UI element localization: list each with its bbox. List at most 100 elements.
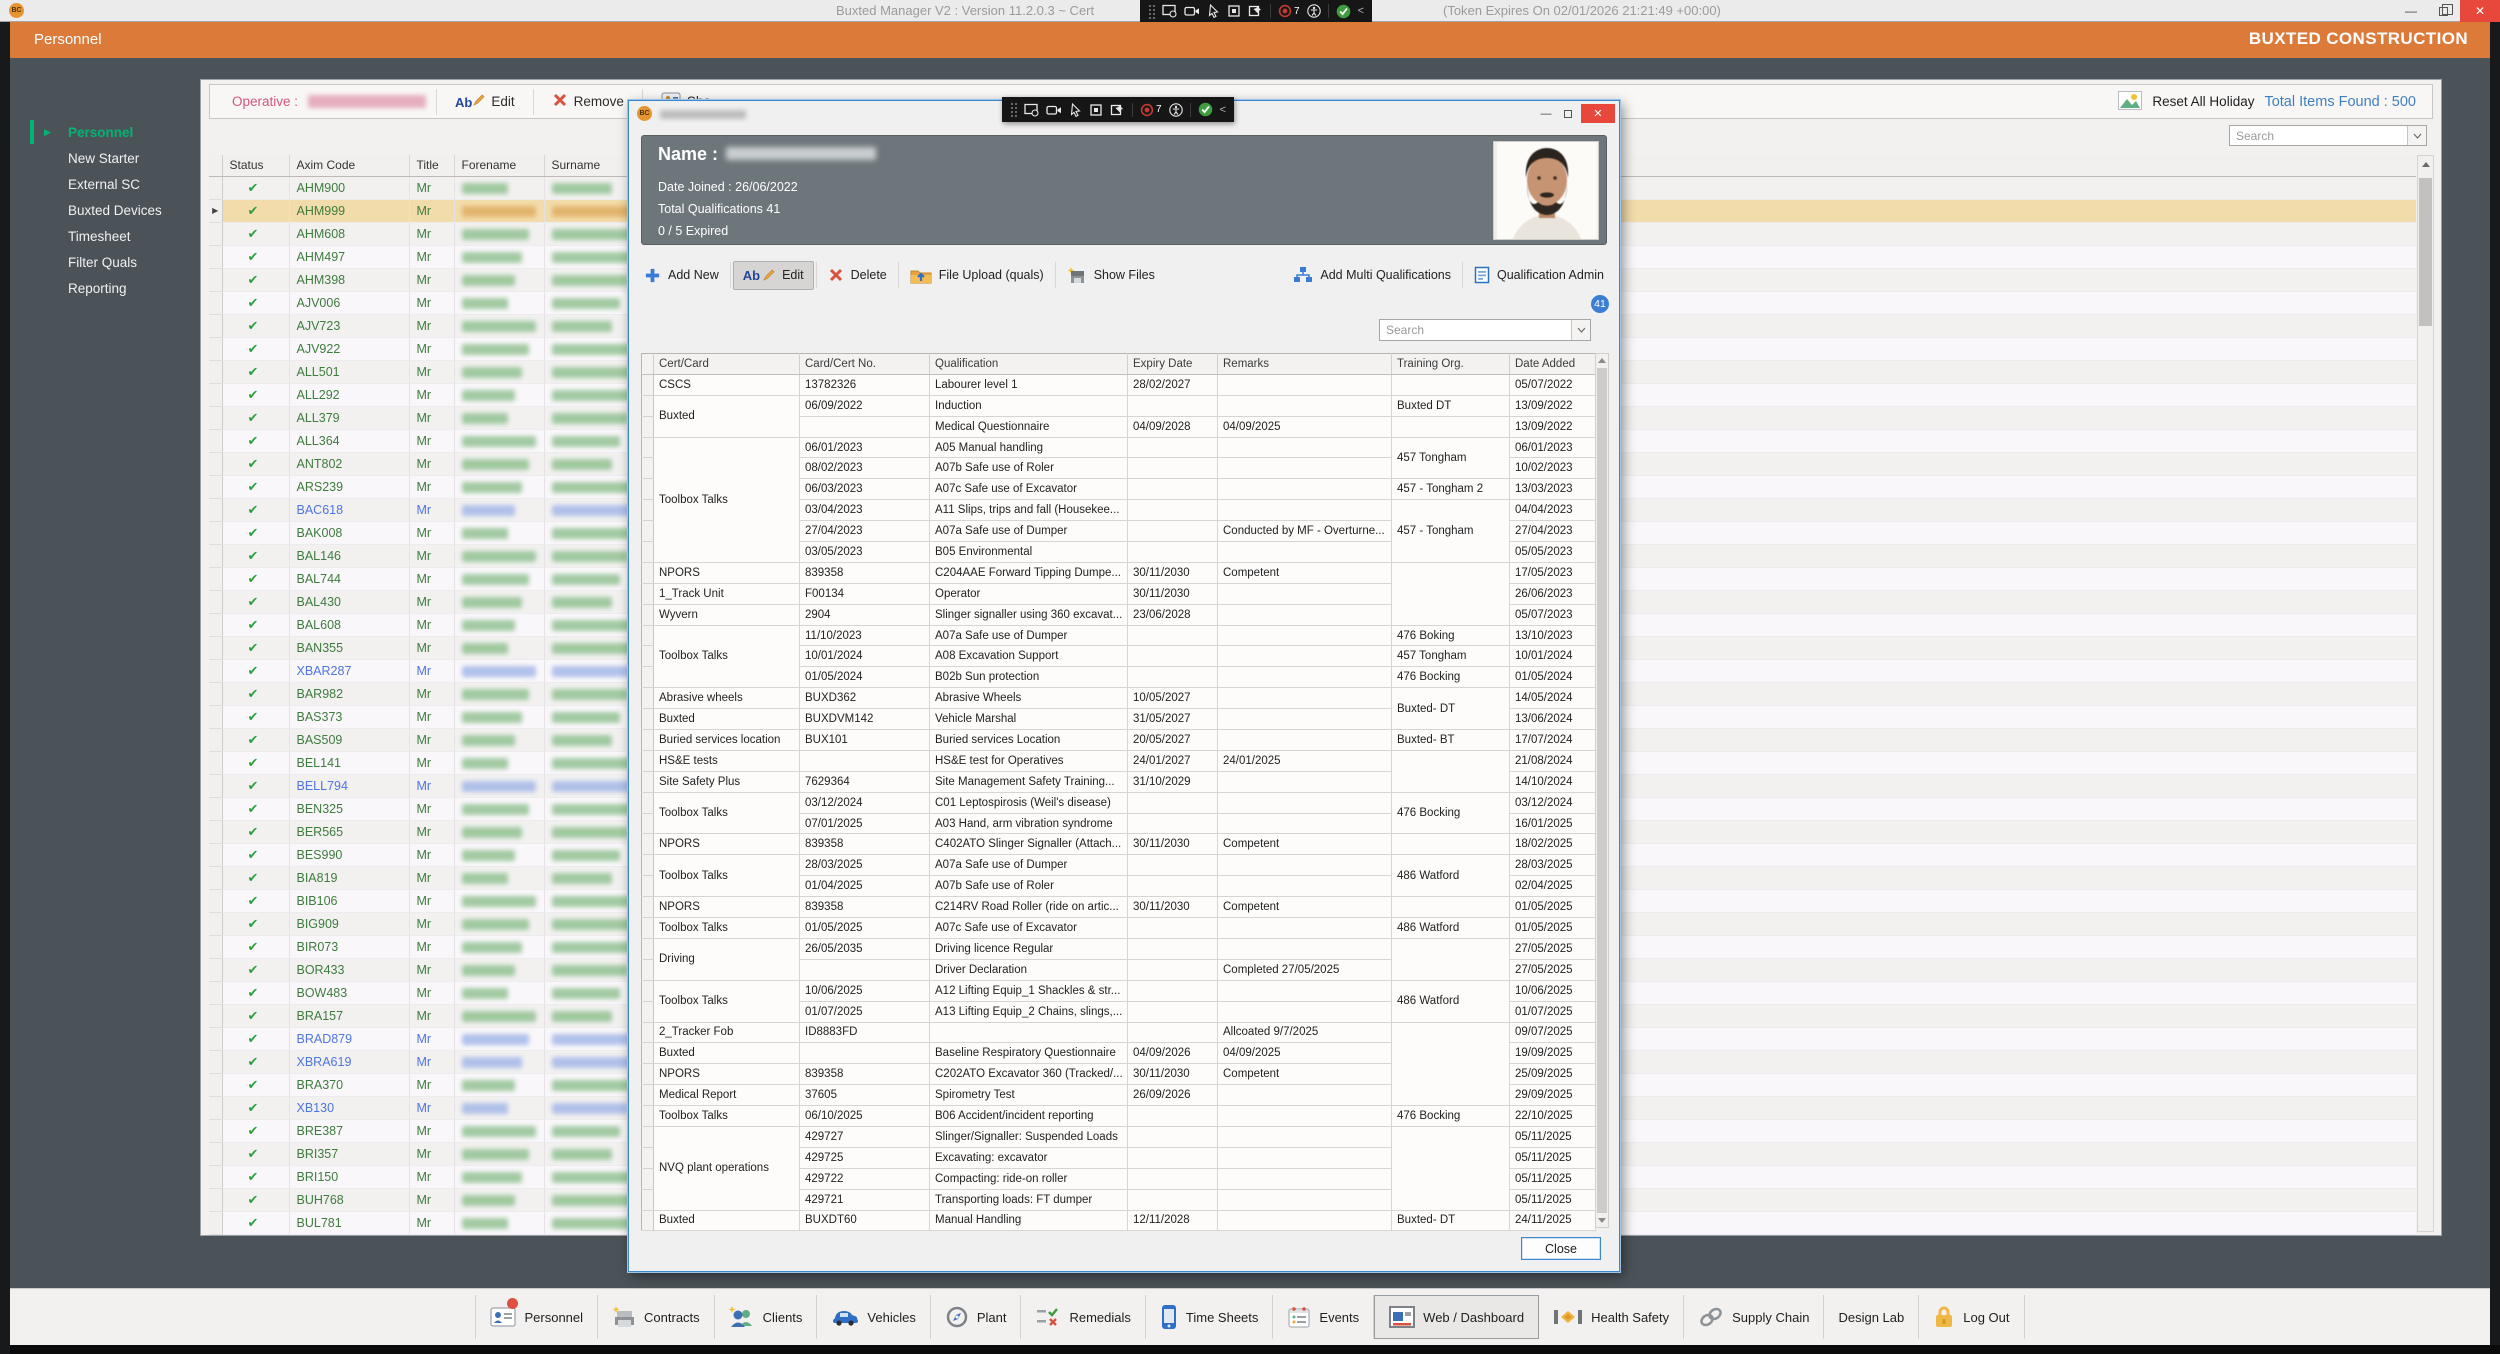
taskbar-item-design-lab[interactable]: Design Lab: [1824, 1295, 1919, 1339]
status-check-icon[interactable]: [1336, 4, 1351, 19]
qualification-row[interactable]: Driving26/05/2035Driving licence Regular…: [642, 938, 1596, 959]
column-header-qualification[interactable]: Qualification: [930, 354, 1128, 375]
taskbar-item-log-out[interactable]: Log Out: [1919, 1295, 2024, 1339]
qualification-row[interactable]: Toolbox Talks10/06/2025A12 Lifting Equip…: [642, 980, 1596, 1001]
taskbar-item-health-safety[interactable]: Health Safety: [1539, 1295, 1684, 1339]
qualification-row[interactable]: Toolbox Talks06/01/2023A05 Manual handli…: [642, 437, 1596, 458]
sidebar-item-filter-quals[interactable]: ▶Filter Quals: [10, 249, 200, 275]
frame-icon[interactable]: [1089, 103, 1103, 117]
qualification-row[interactable]: 2_Tracker FobID8883FDAllcoated 9/7/20250…: [642, 1022, 1596, 1043]
taskbar-item-vehicles[interactable]: Vehicles: [817, 1295, 930, 1339]
sidebar-item-timesheet[interactable]: ▶Timesheet: [10, 223, 200, 249]
qualification-row[interactable]: NVQ plant operations429727Slinger/Signal…: [642, 1126, 1596, 1147]
file-upload-quals-button[interactable]: File Upload (quals): [901, 261, 1053, 290]
camera-icon[interactable]: [1046, 103, 1062, 117]
cursor-icon[interactable]: [1069, 103, 1082, 117]
minimize-button[interactable]: —: [2396, 0, 2426, 22]
edit-button[interactable]: AbEdit: [733, 261, 814, 290]
scroll-up-icon[interactable]: [1596, 354, 1608, 367]
column-header-remarks[interactable]: Remarks: [1218, 354, 1392, 375]
capture-toolbar[interactable]: 7<: [1002, 97, 1234, 122]
taskbar-item-plant[interactable]: Plant: [931, 1295, 1022, 1339]
reset-all-holiday-button[interactable]: Reset All Holiday: [2152, 94, 2254, 109]
column-header-training-org[interactable]: Training Org.: [1392, 354, 1510, 375]
drag-handle-icon[interactable]: [1010, 102, 1017, 117]
qualification-row[interactable]: Toolbox Talks28/03/2025A07a Safe use of …: [642, 855, 1596, 876]
scrollbar-thumb[interactable]: [2419, 178, 2432, 326]
qualification-search-input[interactable]: Search: [1379, 319, 1591, 341]
column-header-axim-code[interactable]: Axim Code: [289, 155, 409, 176]
column-header-cert-card[interactable]: Cert/Card: [654, 354, 800, 375]
taskbar-item-supply-chain[interactable]: Supply Chain: [1684, 1295, 1824, 1339]
personnel-search-input[interactable]: Search: [2229, 125, 2427, 146]
qualification-row[interactable]: Toolbox Talks01/05/2025A07c Safe use of …: [642, 918, 1596, 939]
taskbar-item-personnel[interactable]: Personnel: [475, 1295, 598, 1339]
qualification-row[interactable]: Buried services locationBUX101Buried ser…: [642, 730, 1596, 751]
sidebar-item-personnel[interactable]: ▶Personnel: [10, 119, 200, 145]
cursor-icon[interactable]: [1207, 4, 1220, 18]
sidebar-item-new-starter[interactable]: ▶New Starter: [10, 145, 200, 171]
sidebar-item-buxted-devices[interactable]: ▶Buxted Devices: [10, 197, 200, 223]
edit-operative-button[interactable]: Ab Edit: [447, 90, 523, 114]
scrollbar-thumb[interactable]: [1597, 368, 1607, 1213]
status-check-icon[interactable]: [1198, 102, 1213, 117]
column-header-title[interactable]: Title: [409, 155, 454, 176]
display-capture-icon[interactable]: [1024, 103, 1039, 117]
qualification-row[interactable]: Toolbox Talks06/10/2025B06 Accident/inci…: [642, 1106, 1596, 1127]
add-new-button[interactable]: Add New: [635, 261, 728, 290]
sidebar-item-reporting[interactable]: ▶Reporting: [10, 275, 200, 301]
qualifications-scrollbar[interactable]: [1595, 353, 1609, 1228]
accessibility-icon[interactable]: [1307, 4, 1321, 18]
qualification-row[interactable]: HS&E testsHS&E test for Operatives24/01/…: [642, 750, 1596, 771]
column-header-card-cert-no[interactable]: Card/Cert No.: [800, 354, 930, 375]
qualification-row[interactable]: Buxted06/09/2022InductionBuxted DT13/09/…: [642, 395, 1596, 416]
qualification-admin-button[interactable]: Qualification Admin: [1465, 260, 1613, 290]
pin-region-icon[interactable]: [1248, 4, 1263, 18]
qualification-row[interactable]: NPORS839358C204AAE Forward Tipping Dumpe…: [642, 562, 1596, 583]
taskbar-item-contracts[interactable]: Contracts: [598, 1295, 715, 1339]
camera-icon[interactable]: [1184, 4, 1200, 18]
column-header-forename[interactable]: Forename: [454, 155, 544, 176]
qualification-row[interactable]: Toolbox Talks11/10/2023A07a Safe use of …: [642, 625, 1596, 646]
delete-button[interactable]: Delete: [819, 261, 896, 289]
taskbar-item-events[interactable]: Events: [1273, 1295, 1374, 1339]
collapse-chevron-icon[interactable]: <: [1220, 104, 1226, 116]
chevron-down-icon[interactable]: [2407, 126, 2426, 145]
add-multi-qualifications-button[interactable]: Add Multi Qualifications: [1284, 260, 1460, 290]
show-files-button[interactable]: Show Files: [1058, 260, 1164, 291]
column-header-status[interactable]: Status: [222, 155, 289, 176]
scroll-down-icon[interactable]: [1596, 1214, 1608, 1227]
personnel-scrollbar[interactable]: [2417, 155, 2434, 1232]
drag-handle-icon[interactable]: [1148, 4, 1155, 19]
qualification-row[interactable]: CSCS13782326Labourer level 128/02/202705…: [642, 374, 1596, 395]
qualification-row[interactable]: NPORS839358C214RV Road Roller (ride on a…: [642, 897, 1596, 918]
taskbar-item-time-sheets[interactable]: Time Sheets: [1146, 1295, 1274, 1339]
remove-operative-button[interactable]: Remove: [544, 88, 632, 115]
chevron-down-icon[interactable]: [1571, 320, 1590, 340]
close-button[interactable]: ✕: [2460, 0, 2500, 22]
sidebar-item-external-sc[interactable]: ▶External SC: [10, 171, 200, 197]
qualification-row[interactable]: NPORS839358C402ATO Slinger Signaller (At…: [642, 834, 1596, 855]
display-capture-icon[interactable]: [1162, 4, 1177, 18]
taskbar-item-web-dashboard[interactable]: Web / Dashboard: [1374, 1295, 1539, 1339]
collapse-chevron-icon[interactable]: <: [1358, 5, 1364, 17]
capture-toolbar[interactable]: 7<: [1140, 0, 1372, 22]
qualification-row[interactable]: Toolbox Talks03/12/2024C01 Leptospirosis…: [642, 792, 1596, 813]
taskbar-item-clients[interactable]: Clients: [715, 1295, 818, 1339]
taskbar-item-remedials[interactable]: Remedials: [1021, 1295, 1145, 1339]
restore-button[interactable]: [2428, 0, 2458, 22]
dialog-minimize-button[interactable]: —: [1535, 104, 1557, 123]
column-header-expiry-date[interactable]: Expiry Date: [1128, 354, 1218, 375]
qualification-row[interactable]: BuxtedBUXDT60Manual Handling12/11/2028Bu…: [642, 1210, 1596, 1231]
dialog-maximize-button[interactable]: [1557, 104, 1579, 123]
dialog-close-button[interactable]: ✕: [1581, 104, 1615, 123]
pin-region-icon[interactable]: [1110, 103, 1125, 117]
qualification-row[interactable]: Abrasive wheelsBUXD362Abrasive Wheels10/…: [642, 688, 1596, 709]
column-header-date-added[interactable]: Date Added: [1510, 354, 1596, 375]
close-dialog-button[interactable]: Close: [1521, 1237, 1601, 1260]
accessibility-icon[interactable]: [1169, 103, 1183, 117]
record-count-icon[interactable]: [1140, 103, 1154, 117]
scroll-up-icon[interactable]: [2418, 156, 2433, 172]
record-count-icon[interactable]: [1278, 4, 1292, 18]
frame-icon[interactable]: [1227, 4, 1241, 18]
